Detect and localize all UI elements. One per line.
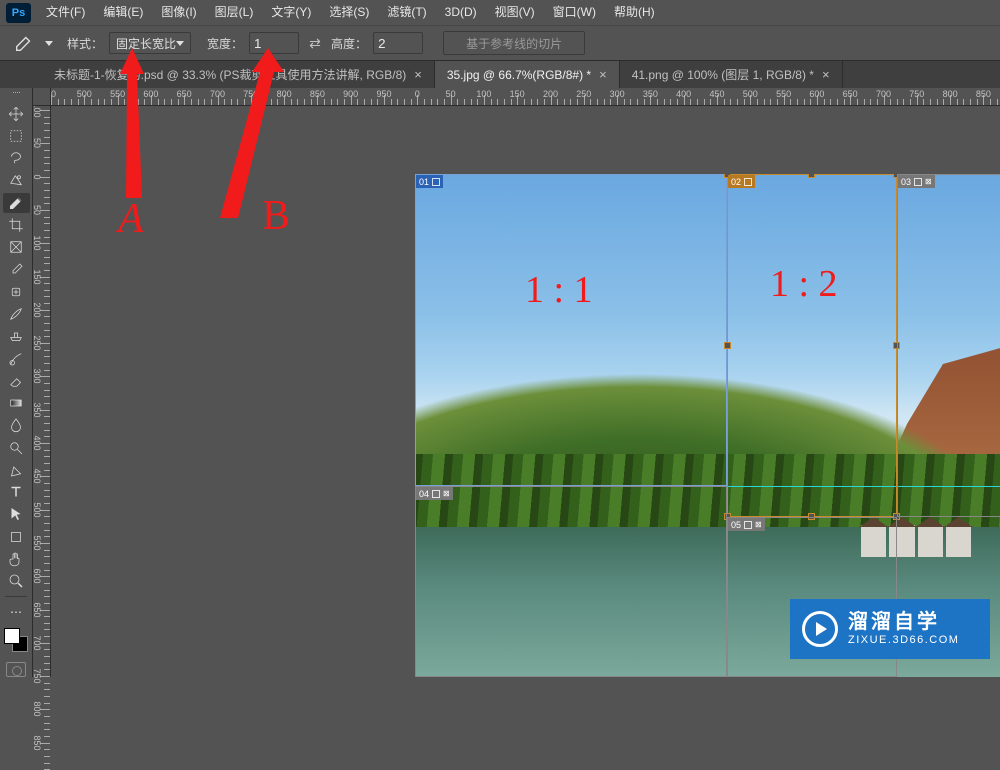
path-select-tool[interactable] bbox=[3, 504, 30, 524]
menu-type[interactable]: 文字(Y) bbox=[262, 0, 320, 25]
slice-badge: 03⊠ bbox=[898, 175, 935, 188]
spot-heal-tool[interactable] bbox=[3, 282, 30, 302]
move-tool[interactable] bbox=[3, 104, 30, 124]
menu-view[interactable]: 视图(V) bbox=[486, 0, 544, 25]
height-label: 高度： bbox=[331, 35, 367, 52]
menu-filter[interactable]: 滤镜(T) bbox=[378, 0, 435, 25]
marquee-tool[interactable] bbox=[3, 126, 30, 146]
tab-label: 35.jpg @ 66.7%(RGB/8#) * bbox=[447, 68, 591, 82]
slice-badge: 02 bbox=[728, 175, 755, 188]
edit-toolbar-icon[interactable]: ⋯ bbox=[3, 602, 30, 622]
menu-bar: Ps 文件(F) 编辑(E) 图像(I) 图层(L) 文字(Y) 选择(S) 滤… bbox=[0, 0, 1000, 25]
annotation-label-b: B bbox=[262, 192, 290, 240]
close-icon[interactable]: × bbox=[822, 67, 830, 82]
frame-tool[interactable] bbox=[3, 237, 30, 257]
canvas-area[interactable]: 01 02 03⊠ 04⊠ 05⊠ bbox=[51, 106, 1000, 677]
menu-edit[interactable]: 编辑(E) bbox=[94, 0, 152, 25]
play-icon bbox=[802, 611, 838, 647]
toolbar-separator bbox=[5, 596, 27, 597]
crop-tool[interactable] bbox=[3, 215, 30, 235]
tab-doc-3[interactable]: 41.png @ 100% (图层 1, RGB/8) * × bbox=[620, 61, 843, 88]
menu-window[interactable]: 窗口(W) bbox=[544, 0, 605, 25]
slice-01[interactable]: 01 bbox=[415, 174, 727, 486]
annotation-arrow-a bbox=[120, 48, 160, 201]
clone-stamp-tool[interactable] bbox=[3, 326, 30, 346]
gradient-tool[interactable] bbox=[3, 393, 30, 413]
close-icon[interactable]: × bbox=[414, 67, 422, 82]
brush-tool[interactable] bbox=[3, 304, 30, 324]
menu-select[interactable]: 选择(S) bbox=[320, 0, 378, 25]
tab-label: 41.png @ 100% (图层 1, RGB/8) * bbox=[632, 66, 814, 83]
menu-3d[interactable]: 3D(D) bbox=[436, 0, 486, 25]
panel-grip-icon[interactable] bbox=[2, 92, 30, 100]
ruler-horizontal[interactable]: 5050055060065070075080085090095005010015… bbox=[33, 88, 1000, 106]
menu-image[interactable]: 图像(I) bbox=[152, 0, 205, 25]
lasso-tool[interactable] bbox=[3, 148, 30, 168]
tool-preset-icon[interactable] bbox=[13, 32, 35, 54]
foreground-swatch[interactable] bbox=[4, 628, 20, 644]
chevron-down-icon bbox=[176, 41, 184, 46]
blur-tool[interactable] bbox=[3, 415, 30, 435]
annotation-ratio-1: 1 : 1 bbox=[525, 268, 593, 312]
eyedropper-tool[interactable] bbox=[3, 259, 30, 279]
pen-tool[interactable] bbox=[3, 460, 30, 480]
close-icon[interactable]: × bbox=[599, 67, 607, 82]
tool-preset-dropdown-icon[interactable] bbox=[45, 41, 53, 46]
tab-doc-2[interactable]: 35.jpg @ 66.7%(RGB/8#) * × bbox=[435, 61, 620, 88]
color-swatches[interactable] bbox=[4, 628, 28, 651]
slice-02[interactable]: 02 bbox=[727, 174, 897, 517]
menu-layer[interactable]: 图层(L) bbox=[206, 0, 263, 25]
swap-wh-button[interactable]: ⇄ bbox=[305, 35, 325, 52]
dodge-tool[interactable] bbox=[3, 437, 30, 457]
annotation-label-a: A bbox=[118, 195, 144, 243]
history-brush-tool[interactable] bbox=[3, 348, 30, 368]
height-input[interactable] bbox=[373, 32, 423, 54]
shape-tool[interactable] bbox=[3, 526, 30, 546]
menu-file[interactable]: 文件(F) bbox=[37, 0, 94, 25]
slice-badge: 05⊠ bbox=[728, 518, 765, 531]
resize-handle[interactable] bbox=[724, 342, 731, 349]
eraser-tool[interactable] bbox=[3, 371, 30, 391]
ruler-origin[interactable] bbox=[33, 88, 51, 106]
watermark-url: ZIXUE.3D66.COM bbox=[848, 634, 959, 647]
tools-panel: ⋯ bbox=[0, 88, 33, 677]
ruler-vertical[interactable]: 1005005010015020025030035040045050055060… bbox=[33, 106, 51, 677]
app-logo-icon: Ps bbox=[6, 3, 31, 23]
style-label: 样式： bbox=[67, 35, 103, 52]
slice-tool[interactable] bbox=[3, 193, 30, 213]
quick-mask-icon[interactable] bbox=[6, 662, 26, 678]
slice-from-guides-button[interactable]: 基于参考线的切片 bbox=[443, 31, 585, 55]
slice-badge: 01 bbox=[416, 175, 443, 188]
slice-03[interactable]: 03⊠ bbox=[897, 174, 1000, 517]
resize-handle[interactable] bbox=[808, 174, 815, 178]
zoom-tool[interactable] bbox=[3, 571, 30, 591]
slice-badge: 04⊠ bbox=[416, 487, 453, 500]
watermark-title: 溜溜自学 bbox=[848, 610, 959, 634]
slice-04[interactable]: 04⊠ bbox=[415, 486, 727, 677]
quick-select-tool[interactable] bbox=[3, 170, 30, 190]
menu-help[interactable]: 帮助(H) bbox=[605, 0, 664, 25]
watermark: 溜溜自学 ZIXUE.3D66.COM bbox=[790, 599, 990, 659]
type-tool[interactable] bbox=[3, 482, 30, 502]
hand-tool[interactable] bbox=[3, 549, 30, 569]
annotation-ratio-2: 1 : 2 bbox=[770, 262, 838, 306]
